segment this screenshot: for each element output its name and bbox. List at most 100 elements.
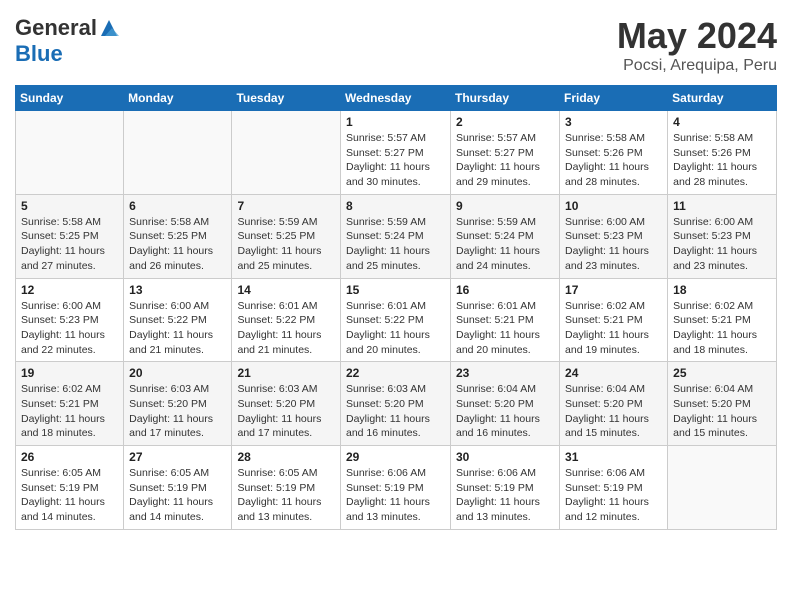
table-row: 31Sunrise: 6:06 AM Sunset: 5:19 PM Dayli… [560, 446, 668, 530]
day-info: Sunrise: 6:00 AM Sunset: 5:23 PM Dayligh… [673, 215, 771, 274]
table-row: 27 Sunrise: 6:05 AM Sunset: 5:19 PM Dayli… [124, 446, 232, 530]
week-row-1: 1 Sunrise: 5:57 AM Sunset: 5:27 PM Daylig… [16, 111, 777, 195]
table-row: 26 Sunrise: 6:05 AM Sunset: 5:19 PM Dayli… [16, 446, 124, 530]
calendar-table: Sunday Monday Tuesday Wednesday Thursday… [15, 85, 777, 530]
day-info: Sunrise: 5:57 AM Sunset: 5:27 PM Dayligh… [456, 131, 554, 190]
header-monday: Monday [124, 86, 232, 111]
table-row: 17Sunrise: 6:02 AM Sunset: 5:21 PM Dayli… [560, 278, 668, 362]
table-row: 5 Sunrise: 5:58 AM Sunset: 5:25 PM Daylig… [16, 194, 124, 278]
table-row: 3 Sunrise: 5:58 AM Sunset: 5:26 PM Daylig… [560, 111, 668, 195]
day-number: 16 [456, 283, 554, 297]
table-row [668, 446, 777, 530]
logo-icon [99, 18, 119, 38]
day-info: Sunrise: 6:04 AM Sunset: 5:20 PM Dayligh… [456, 382, 554, 441]
logo-blue-text: Blue [15, 41, 63, 67]
day-number: 4 [673, 115, 771, 129]
day-info: Sunrise: 6:05 AM Sunset: 5:19 PM Dayligh… [21, 466, 118, 525]
weekday-header-row: Sunday Monday Tuesday Wednesday Thursday… [16, 86, 777, 111]
header-friday: Friday [560, 86, 668, 111]
table-row [124, 111, 232, 195]
table-row: 24 Sunrise: 6:04 AM Sunset: 5:20 PM Dayli… [560, 362, 668, 446]
table-row: 1 Sunrise: 5:57 AM Sunset: 5:27 PM Daylig… [341, 111, 451, 195]
day-number: 11 [673, 199, 771, 213]
table-row: 15 Sunrise: 6:01 AM Sunset: 5:22 PM Dayli… [341, 278, 451, 362]
day-number: 27 [129, 450, 226, 464]
table-row [16, 111, 124, 195]
day-info: Sunrise: 6:01 AM Sunset: 5:21 PM Dayligh… [456, 299, 554, 358]
day-info: Sunrise: 5:58 AM Sunset: 5:25 PM Dayligh… [21, 215, 118, 274]
table-row: 21Sunrise: 6:03 AM Sunset: 5:20 PM Dayli… [232, 362, 341, 446]
logo: General Blue [15, 15, 119, 67]
table-row: 30 Sunrise: 6:06 AM Sunset: 5:19 PM Dayli… [451, 446, 560, 530]
day-info: Sunrise: 6:02 AM Sunset: 5:21 PM Dayligh… [21, 382, 118, 441]
table-row: 16 Sunrise: 6:01 AM Sunset: 5:21 PM Dayli… [451, 278, 560, 362]
page-container: General Blue May 2024 Pocsi, Arequipa, P… [0, 0, 792, 540]
day-number: 20 [129, 366, 226, 380]
calendar-title: May 2024 [617, 15, 777, 57]
day-info: Sunrise: 6:06 AM Sunset: 5:19 PM Dayligh… [565, 466, 662, 525]
table-row: 4 Sunrise: 5:58 AM Sunset: 5:26 PM Daylig… [668, 111, 777, 195]
day-info: Sunrise: 5:58 AM Sunset: 5:26 PM Dayligh… [673, 131, 771, 190]
table-row: 7Sunrise: 5:59 AM Sunset: 5:25 PM Daylig… [232, 194, 341, 278]
header: General Blue May 2024 Pocsi, Arequipa, P… [15, 15, 777, 75]
table-row: 18Sunrise: 6:02 AM Sunset: 5:21 PM Dayli… [668, 278, 777, 362]
day-number: 26 [21, 450, 118, 464]
table-row: 25 Sunrise: 6:04 AM Sunset: 5:20 PM Dayli… [668, 362, 777, 446]
day-number: 10 [565, 199, 662, 213]
day-number: 15 [346, 283, 445, 297]
day-info: Sunrise: 6:01 AM Sunset: 5:22 PM Dayligh… [237, 299, 335, 358]
table-row [232, 111, 341, 195]
day-info: Sunrise: 6:00 AM Sunset: 5:22 PM Dayligh… [129, 299, 226, 358]
day-number: 17 [565, 283, 662, 297]
calendar-location: Pocsi, Arequipa, Peru [617, 57, 777, 75]
day-number: 3 [565, 115, 662, 129]
table-row: 29Sunrise: 6:06 AM Sunset: 5:19 PM Dayli… [341, 446, 451, 530]
day-info: Sunrise: 6:01 AM Sunset: 5:22 PM Dayligh… [346, 299, 445, 358]
day-number: 28 [237, 450, 335, 464]
week-row-3: 12Sunrise: 6:00 AM Sunset: 5:23 PM Dayli… [16, 278, 777, 362]
table-row: 8 Sunrise: 5:59 AM Sunset: 5:24 PM Daylig… [341, 194, 451, 278]
table-row: 9Sunrise: 5:59 AM Sunset: 5:24 PM Daylig… [451, 194, 560, 278]
header-wednesday: Wednesday [341, 86, 451, 111]
day-info: Sunrise: 5:59 AM Sunset: 5:25 PM Dayligh… [237, 215, 335, 274]
table-row: 13 Sunrise: 6:00 AM Sunset: 5:22 PM Dayli… [124, 278, 232, 362]
day-info: Sunrise: 5:58 AM Sunset: 5:26 PM Dayligh… [565, 131, 662, 190]
table-row: 6 Sunrise: 5:58 AM Sunset: 5:25 PM Daylig… [124, 194, 232, 278]
day-number: 23 [456, 366, 554, 380]
week-row-2: 5 Sunrise: 5:58 AM Sunset: 5:25 PM Daylig… [16, 194, 777, 278]
day-info: Sunrise: 6:06 AM Sunset: 5:19 PM Dayligh… [456, 466, 554, 525]
day-number: 9 [456, 199, 554, 213]
day-number: 24 [565, 366, 662, 380]
table-row: 23 Sunrise: 6:04 AM Sunset: 5:20 PM Dayli… [451, 362, 560, 446]
day-number: 13 [129, 283, 226, 297]
header-saturday: Saturday [668, 86, 777, 111]
day-info: Sunrise: 5:57 AM Sunset: 5:27 PM Dayligh… [346, 131, 445, 190]
day-number: 1 [346, 115, 445, 129]
day-number: 25 [673, 366, 771, 380]
table-row: 12Sunrise: 6:00 AM Sunset: 5:23 PM Dayli… [16, 278, 124, 362]
header-thursday: Thursday [451, 86, 560, 111]
day-number: 6 [129, 199, 226, 213]
table-row: 28 Sunrise: 6:05 AM Sunset: 5:19 PM Dayli… [232, 446, 341, 530]
day-info: Sunrise: 6:04 AM Sunset: 5:20 PM Dayligh… [565, 382, 662, 441]
day-info: Sunrise: 5:58 AM Sunset: 5:25 PM Dayligh… [129, 215, 226, 274]
table-row: 10Sunrise: 6:00 AM Sunset: 5:23 PM Dayli… [560, 194, 668, 278]
day-info: Sunrise: 6:04 AM Sunset: 5:20 PM Dayligh… [673, 382, 771, 441]
day-number: 22 [346, 366, 445, 380]
day-info: Sunrise: 6:05 AM Sunset: 5:19 PM Dayligh… [237, 466, 335, 525]
table-row: 2Sunrise: 5:57 AM Sunset: 5:27 PM Daylig… [451, 111, 560, 195]
day-number: 12 [21, 283, 118, 297]
day-info: Sunrise: 5:59 AM Sunset: 5:24 PM Dayligh… [346, 215, 445, 274]
header-tuesday: Tuesday [232, 86, 341, 111]
day-number: 14 [237, 283, 335, 297]
day-number: 18 [673, 283, 771, 297]
day-number: 30 [456, 450, 554, 464]
day-number: 29 [346, 450, 445, 464]
day-number: 21 [237, 366, 335, 380]
week-row-4: 19Sunrise: 6:02 AM Sunset: 5:21 PM Dayli… [16, 362, 777, 446]
day-info: Sunrise: 6:03 AM Sunset: 5:20 PM Dayligh… [346, 382, 445, 441]
header-sunday: Sunday [16, 86, 124, 111]
day-number: 8 [346, 199, 445, 213]
day-info: Sunrise: 6:05 AM Sunset: 5:19 PM Dayligh… [129, 466, 226, 525]
day-number: 5 [21, 199, 118, 213]
